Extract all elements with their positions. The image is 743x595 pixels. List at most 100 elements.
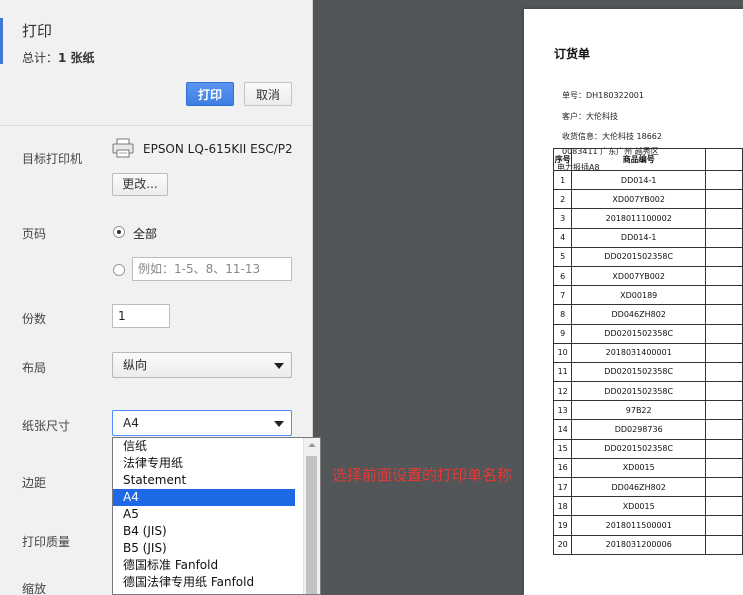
row-index: 10 [552,342,573,363]
col-extra-header [705,148,743,171]
pages-all-label: 全部 [133,227,158,241]
row-extra [705,304,743,325]
row-index: 7 [552,285,573,306]
copies-input[interactable]: 1 [112,304,170,328]
table-row: 2 XD007YB002 [552,189,743,210]
row-index: 1 [552,169,573,191]
table-row: 9 DD0201502358C [552,323,743,344]
row-index: 20 [552,534,573,555]
row-extra [705,342,743,363]
paper-size-option[interactable]: Statement [113,472,295,489]
row-extra [705,265,743,287]
paper-size-option[interactable]: A4 [113,489,295,506]
change-printer-button[interactable]: 更改... [112,173,168,196]
chevron-down-icon [274,363,284,369]
row-code: DD046ZH802 [571,476,707,498]
row-extra [705,361,743,383]
row-extra [705,419,743,440]
sheet-total: 总计：1 张纸 [22,49,95,66]
pages-custom-radio[interactable] [113,264,125,276]
row-code: XD00189 [571,285,707,306]
table-row: 20 2018031200006 [552,534,743,555]
paper-size-dropdown[interactable]: 信纸 法律专用纸 Statement A4 A5 B4 (JIS) B5 (JIS) 德国标准… [112,437,321,595]
table-header-row: 序号 商品编号 [552,148,743,171]
row-extra [705,457,743,479]
paper-size-option[interactable]: 信纸 [113,438,295,455]
paper-size-option[interactable]: 德国法律专用纸 Fanfold [113,574,295,591]
total-value: 1 张纸 [58,51,95,65]
pages-all-radio[interactable] [113,226,125,238]
order-items-table: 序号 商品编号 1 DD014-1 2 XD007YB002 3 201801110000… [552,148,743,555]
scroll-thumb[interactable] [306,456,317,594]
row-index: 2 [552,189,573,210]
row-code: DD014-1 [571,227,707,248]
table-row: 15 DD0201502358C [552,438,743,459]
paper-size-option[interactable]: A5 [113,506,295,523]
row-extra [705,169,743,191]
row-extra [705,476,743,498]
table-row: 13 97B22 [552,400,743,421]
dropdown-scrollbar[interactable] [303,438,320,594]
paper-size-option[interactable]: 德国标准 Fanfold [113,557,295,574]
row-code: DD0201502358C [571,246,707,267]
table-row: 16 XD0015 [552,457,743,479]
cancel-button[interactable]: 取消 [244,82,292,106]
table-row: 8 DD046ZH802 [552,304,743,325]
row-code: 2018011100002 [571,208,707,229]
layout-select[interactable]: 纵向 [112,352,292,378]
document-title: 订货单 [554,47,591,61]
row-code: DD0201502358C [571,361,707,383]
row-code: 2018031400001 [571,342,707,363]
print-preview-page: 订货单 单号：DH180322001 客户：大伦科技 收货信息：大伦科技 186… [524,9,743,595]
margins-label: 边距 [22,476,47,490]
dialog-title: 打印 [22,22,53,40]
row-index: 18 [552,496,573,517]
row-extra [705,246,743,267]
row-code: DD0201502358C [571,438,707,459]
row-code: 2018031200006 [571,534,707,555]
annotation-text: 选择前面设置的打印单名称 [332,466,513,484]
table-row: 5 DD0201502358C [552,246,743,267]
quality-label: 打印质量 [22,535,71,549]
pages-custom-input[interactable]: 例如：1-5、8、11-13 [132,257,292,281]
table-row: 10 2018031400001 [552,342,743,363]
layout-label: 布局 [22,361,47,375]
paper-size-option[interactable]: 法律专用纸 [113,455,295,472]
row-code: XD0015 [571,496,707,517]
row-extra [705,285,743,306]
scale-label: 缩放 [22,582,47,595]
row-index: 3 [552,208,573,229]
table-row: 17 DD046ZH802 [552,476,743,498]
table-row: 12 DD0201502358C [552,381,743,402]
row-index: 8 [552,304,573,325]
row-code: DD014-1 [571,169,707,191]
row-extra [705,227,743,248]
paper-size-select-value: A4 [123,416,139,430]
table-row: 19 2018011500001 [552,515,743,536]
print-button[interactable]: 打印 [186,82,234,106]
row-index: 12 [552,381,573,402]
row-index: 15 [552,438,573,459]
paper-size-option[interactable]: B5 (JIS) [113,540,295,557]
col-code-header: 商品编号 [571,148,707,171]
row-extra [705,515,743,536]
row-index: 16 [552,457,573,479]
scroll-up-arrow-icon[interactable] [308,443,316,447]
row-extra [705,208,743,229]
destination-label: 目标打印机 [22,152,83,166]
table-row: 18 XD0015 [552,496,743,517]
paper-size-option[interactable]: B4 (JIS) [113,523,295,540]
row-code: DD0298736 [571,419,707,440]
customer: 客户：大伦科技 [562,112,618,121]
row-code: XD0015 [571,457,707,479]
shipping-info: 收货信息：大伦科技 18662 [562,132,662,141]
row-index: 11 [552,361,573,383]
layout-select-value: 纵向 [123,358,148,372]
chevron-down-icon [274,421,284,427]
paper-size-label: 纸张尺寸 [22,419,71,433]
row-index: 4 [552,227,573,248]
row-index: 14 [552,419,573,440]
paper-size-select[interactable]: A4 [112,410,292,436]
total-prefix: 总计： [22,51,59,65]
copies-label: 份数 [22,312,47,326]
